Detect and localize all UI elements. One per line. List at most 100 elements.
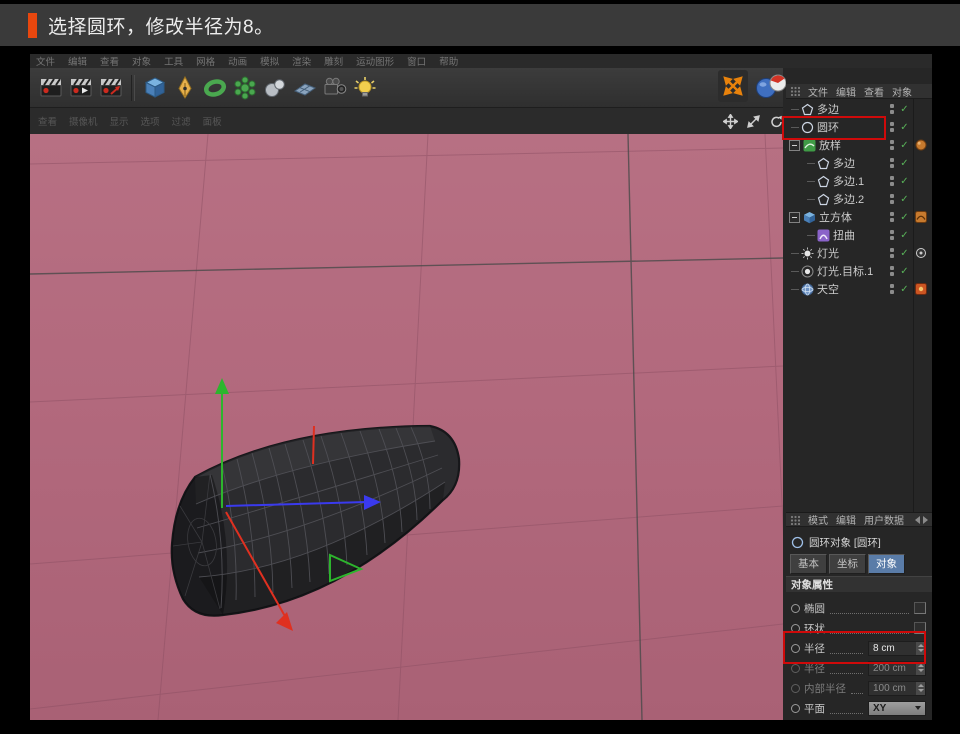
menu-item[interactable]: 运动图形: [356, 54, 394, 68]
enable-check-icon[interactable]: ✓: [897, 158, 912, 169]
floor-object-icon[interactable]: [290, 72, 320, 104]
enable-check-icon[interactable]: ✓: [897, 266, 912, 277]
pan-view-icon[interactable]: [722, 113, 738, 129]
dotted-leader: [851, 682, 863, 694]
viewport-menu-item[interactable]: 查看: [38, 114, 57, 128]
visibility-dots[interactable]: [887, 103, 897, 115]
history-back-icon[interactable]: [915, 516, 920, 524]
visibility-dots[interactable]: [887, 283, 897, 295]
menu-item[interactable]: 文件: [36, 54, 55, 68]
viewport-menu-item[interactable]: 选项: [141, 114, 160, 128]
z-axis-arrow[interactable]: [276, 612, 293, 631]
cube-object-icon: [802, 210, 816, 224]
menu-item[interactable]: 网格: [196, 54, 215, 68]
visibility-dots[interactable]: [887, 247, 897, 259]
drag-handle-icon[interactable]: [790, 515, 800, 525]
am-menu-mode[interactable]: 模式: [808, 512, 828, 527]
compositing-tag-icon[interactable]: [915, 283, 927, 295]
object-row-polygon2[interactable]: 多边.2 ✓: [786, 190, 932, 208]
render-view-icon[interactable]: [36, 72, 66, 104]
viewport-menu-item[interactable]: 摄像机: [69, 114, 98, 128]
render-spheres-icon[interactable]: [752, 70, 790, 102]
enable-check-icon[interactable]: ✓: [897, 212, 912, 223]
cube-primitive-icon[interactable]: [140, 72, 170, 104]
viewport-menu-item[interactable]: 面板: [203, 114, 222, 128]
zoom-view-icon[interactable]: [745, 113, 761, 129]
om-menu-file[interactable]: 文件: [808, 84, 828, 99]
keyframe-ring-icon[interactable]: [791, 684, 800, 693]
visibility-dots[interactable]: [887, 121, 897, 133]
tab-coordinates[interactable]: 坐标: [829, 554, 866, 574]
enable-check-icon[interactable]: ✓: [897, 104, 912, 115]
visibility-dots[interactable]: [887, 229, 897, 241]
keyframe-ring-icon[interactable]: [791, 664, 800, 673]
camera-object-icon[interactable]: [320, 72, 350, 104]
am-menu-userdata[interactable]: 用户数据: [864, 512, 904, 527]
menu-item[interactable]: 渲染: [292, 54, 311, 68]
object-row-light-target[interactable]: 灯光.目标.1 ✓: [786, 262, 932, 280]
menu-item[interactable]: 编辑: [68, 54, 87, 68]
visibility-dots[interactable]: [887, 157, 897, 169]
menu-item[interactable]: 模拟: [260, 54, 279, 68]
screen-move-icon[interactable]: [718, 70, 748, 102]
render-picture-viewer-icon[interactable]: [66, 72, 96, 104]
menu-item[interactable]: 对象: [132, 54, 151, 68]
plane-dropdown[interactable]: XY: [868, 701, 926, 716]
visibility-dots[interactable]: [887, 175, 897, 187]
viewport-scene: [30, 134, 783, 720]
menu-item[interactable]: 雕刻: [324, 54, 343, 68]
target-tag-icon[interactable]: [915, 247, 927, 259]
ellipse-checkbox[interactable]: [914, 602, 926, 614]
keyframe-ring-icon[interactable]: [791, 704, 800, 713]
collapse-expander-icon[interactable]: [789, 140, 800, 151]
spline-pen-icon[interactable]: [170, 72, 200, 104]
loft-object-mesh: [172, 426, 459, 616]
object-row-light[interactable]: 灯光 ✓: [786, 244, 932, 262]
enable-check-icon[interactable]: ✓: [897, 140, 912, 151]
enable-check-icon[interactable]: ✓: [897, 122, 912, 133]
menu-item[interactable]: 动画: [228, 54, 247, 68]
menu-item[interactable]: 帮助: [439, 54, 458, 68]
y-axis-arrow[interactable]: [215, 378, 229, 394]
section-object-properties: 对象属性: [786, 576, 932, 592]
tab-object[interactable]: 对象: [868, 554, 905, 574]
subdivision-surface-icon[interactable]: [200, 72, 230, 104]
enable-check-icon[interactable]: ✓: [897, 230, 912, 241]
menu-item[interactable]: 查看: [100, 54, 119, 68]
phong-tag-icon[interactable]: [915, 211, 927, 223]
object-row-polygon1[interactable]: 多边.1 ✓: [786, 172, 932, 190]
bend-handle[interactable]: [313, 426, 314, 464]
phong-ball-tag-icon[interactable]: [915, 139, 927, 151]
om-menu-objects[interactable]: 对象: [892, 84, 912, 99]
object-row-sky[interactable]: 天空 ✓: [786, 280, 932, 298]
render-settings-icon[interactable]: [96, 72, 126, 104]
viewport-menu-item[interactable]: 显示: [110, 114, 129, 128]
viewport-menu-item[interactable]: 过滤: [172, 114, 191, 128]
enable-check-icon[interactable]: ✓: [897, 176, 912, 187]
visibility-dots[interactable]: [887, 211, 897, 223]
enable-check-icon[interactable]: ✓: [897, 194, 912, 205]
history-forward-icon[interactable]: [923, 516, 928, 524]
visibility-dots[interactable]: [887, 139, 897, 151]
am-menu-edit[interactable]: 编辑: [836, 512, 856, 527]
array-tool-icon[interactable]: [230, 72, 260, 104]
tutorial-title: 选择圆环，修改半径为8。: [48, 12, 274, 39]
om-menu-edit[interactable]: 编辑: [836, 84, 856, 99]
viewport-canvas[interactable]: [30, 134, 783, 720]
object-row-bend[interactable]: 扭曲 ✓: [786, 226, 932, 244]
visibility-dots[interactable]: [887, 193, 897, 205]
collapse-expander-icon[interactable]: [789, 212, 800, 223]
enable-check-icon[interactable]: ✓: [897, 284, 912, 295]
drag-handle-icon[interactable]: [790, 86, 800, 96]
om-menu-view[interactable]: 查看: [864, 84, 884, 99]
menu-item[interactable]: 工具: [164, 54, 183, 68]
enable-check-icon[interactable]: ✓: [897, 248, 912, 259]
tab-basic[interactable]: 基本: [790, 554, 827, 574]
object-row-polygon-child[interactable]: 多边 ✓: [786, 154, 932, 172]
light-object-icon[interactable]: [350, 72, 380, 104]
metaball-icon[interactable]: [260, 72, 290, 104]
object-row-cube[interactable]: 立方体 ✓: [786, 208, 932, 226]
keyframe-ring-icon[interactable]: [791, 604, 800, 613]
menu-item[interactable]: 窗口: [407, 54, 426, 68]
visibility-dots[interactable]: [887, 265, 897, 277]
